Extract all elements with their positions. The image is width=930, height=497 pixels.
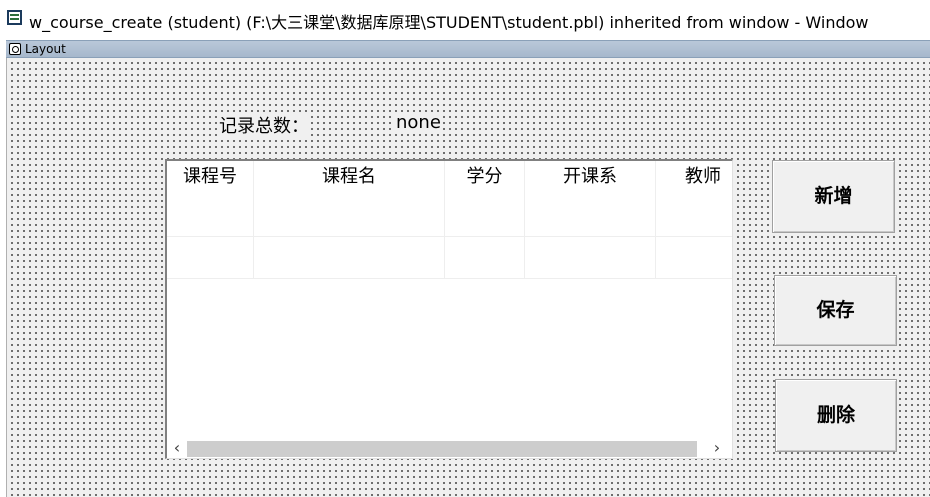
course-datawindow[interactable]: 课程号 课程名 学分 开课系 教师 ‹ ›	[165, 159, 733, 459]
layout-bar: Layout	[6, 40, 930, 58]
chevron-left-icon[interactable]: ‹	[167, 438, 187, 458]
cell-department[interactable]	[525, 236, 656, 278]
cell-course-id[interactable]	[167, 236, 254, 278]
add-button-label: 新增	[814, 185, 853, 207]
scrollbar-thumb[interactable]	[187, 441, 697, 457]
cell-course-id[interactable]	[167, 194, 254, 236]
delete-button-label: 删除	[816, 404, 855, 426]
window-title: w_course_create (student) (F:\大三课堂\数据库原理…	[29, 13, 869, 32]
cell-course-name[interactable]	[254, 236, 445, 278]
layout-icon	[9, 43, 21, 55]
column-header-teacher[interactable]: 教师	[656, 161, 732, 194]
column-header-course-id[interactable]: 课程号	[167, 161, 254, 194]
cell-credits[interactable]	[445, 236, 525, 278]
cell-teacher[interactable]	[656, 194, 732, 236]
save-button[interactable]: 保存	[774, 275, 897, 346]
delete-button[interactable]: 删除	[775, 379, 897, 452]
table-row[interactable]	[167, 236, 732, 279]
column-header-department[interactable]: 开课系	[525, 161, 656, 194]
cell-department[interactable]	[525, 194, 656, 236]
record-count-value[interactable]: none	[394, 112, 443, 133]
datawindow-header: 课程号 课程名 学分 开课系 教师	[167, 161, 732, 194]
design-canvas[interactable]: 记录总数： none 课程号 课程名 学分 开课系 教师 ‹ › 新增 保存 删…	[6, 58, 930, 497]
cell-teacher[interactable]	[656, 236, 732, 278]
table-row[interactable]	[167, 194, 732, 237]
column-header-course-name[interactable]: 课程名	[254, 161, 445, 194]
record-count-label[interactable]: 记录总数：	[217, 112, 311, 138]
layout-label: Layout	[25, 42, 66, 56]
column-header-credits[interactable]: 学分	[445, 161, 525, 194]
cell-credits[interactable]	[445, 194, 525, 236]
chevron-right-icon[interactable]: ›	[707, 438, 727, 458]
window-icon	[7, 10, 22, 25]
add-button[interactable]: 新增	[772, 160, 895, 233]
title-bar: w_course_create (student) (F:\大三课堂\数据库原理…	[0, 0, 930, 38]
horizontal-scrollbar[interactable]: ‹ ›	[167, 438, 732, 458]
save-button-label: 保存	[816, 299, 855, 321]
cell-course-name[interactable]	[254, 194, 445, 236]
